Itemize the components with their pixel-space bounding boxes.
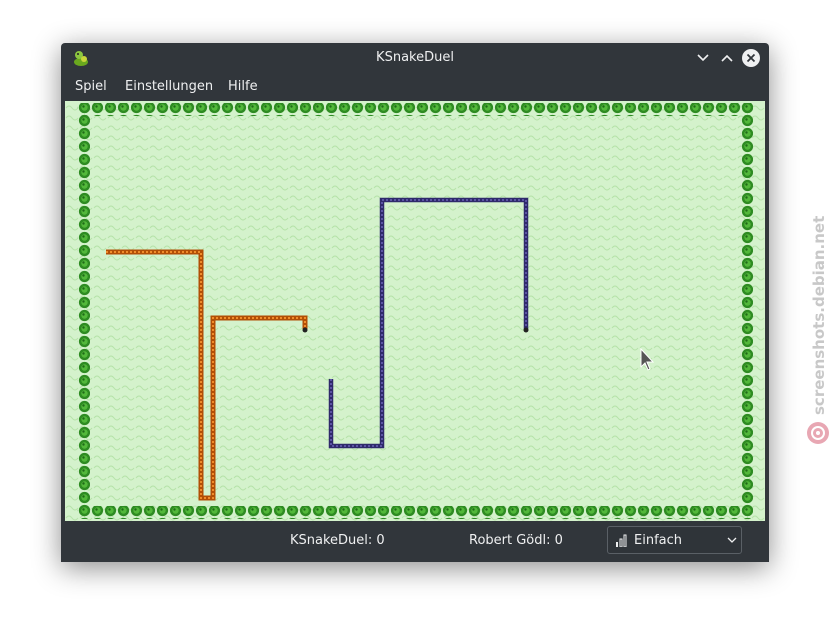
computer-score: KSnakeDuel: 0 <box>290 533 385 548</box>
maximize-icon[interactable] <box>717 48 737 68</box>
window-title: KSnakeDuel <box>376 50 454 65</box>
game-field[interactable] <box>65 101 765 521</box>
watermark-text: screenshots.debian.net <box>810 216 828 415</box>
menu-einstellungen[interactable]: Einstellungen <box>125 79 213 94</box>
watermark-logo-icon <box>807 422 829 444</box>
player-score: Robert Gödl: 0 <box>469 533 563 548</box>
app-window: KSnakeDuel Spiel Einstellungen Hilfe KSn… <box>61 43 769 562</box>
difficulty-value: Einfach <box>634 533 682 548</box>
menu-hilfe[interactable]: Hilfe <box>228 79 258 94</box>
difficulty-select[interactable]: Einfach <box>607 526 742 554</box>
menu-spiel[interactable]: Spiel <box>75 79 107 94</box>
difficulty-bars-icon <box>616 534 627 547</box>
grass-background <box>65 101 765 521</box>
chevron-down-icon <box>727 537 737 543</box>
close-icon[interactable] <box>741 48 761 68</box>
minimize-icon[interactable] <box>693 48 713 68</box>
menu-bar: Spiel Einstellungen Hilfe <box>61 73 769 101</box>
title-bar[interactable]: KSnakeDuel <box>61 43 769 73</box>
status-bar: KSnakeDuel: 0 Robert Gödl: 0 Einfach <box>61 521 769 562</box>
watermark: screenshots.debian.net <box>807 216 829 444</box>
